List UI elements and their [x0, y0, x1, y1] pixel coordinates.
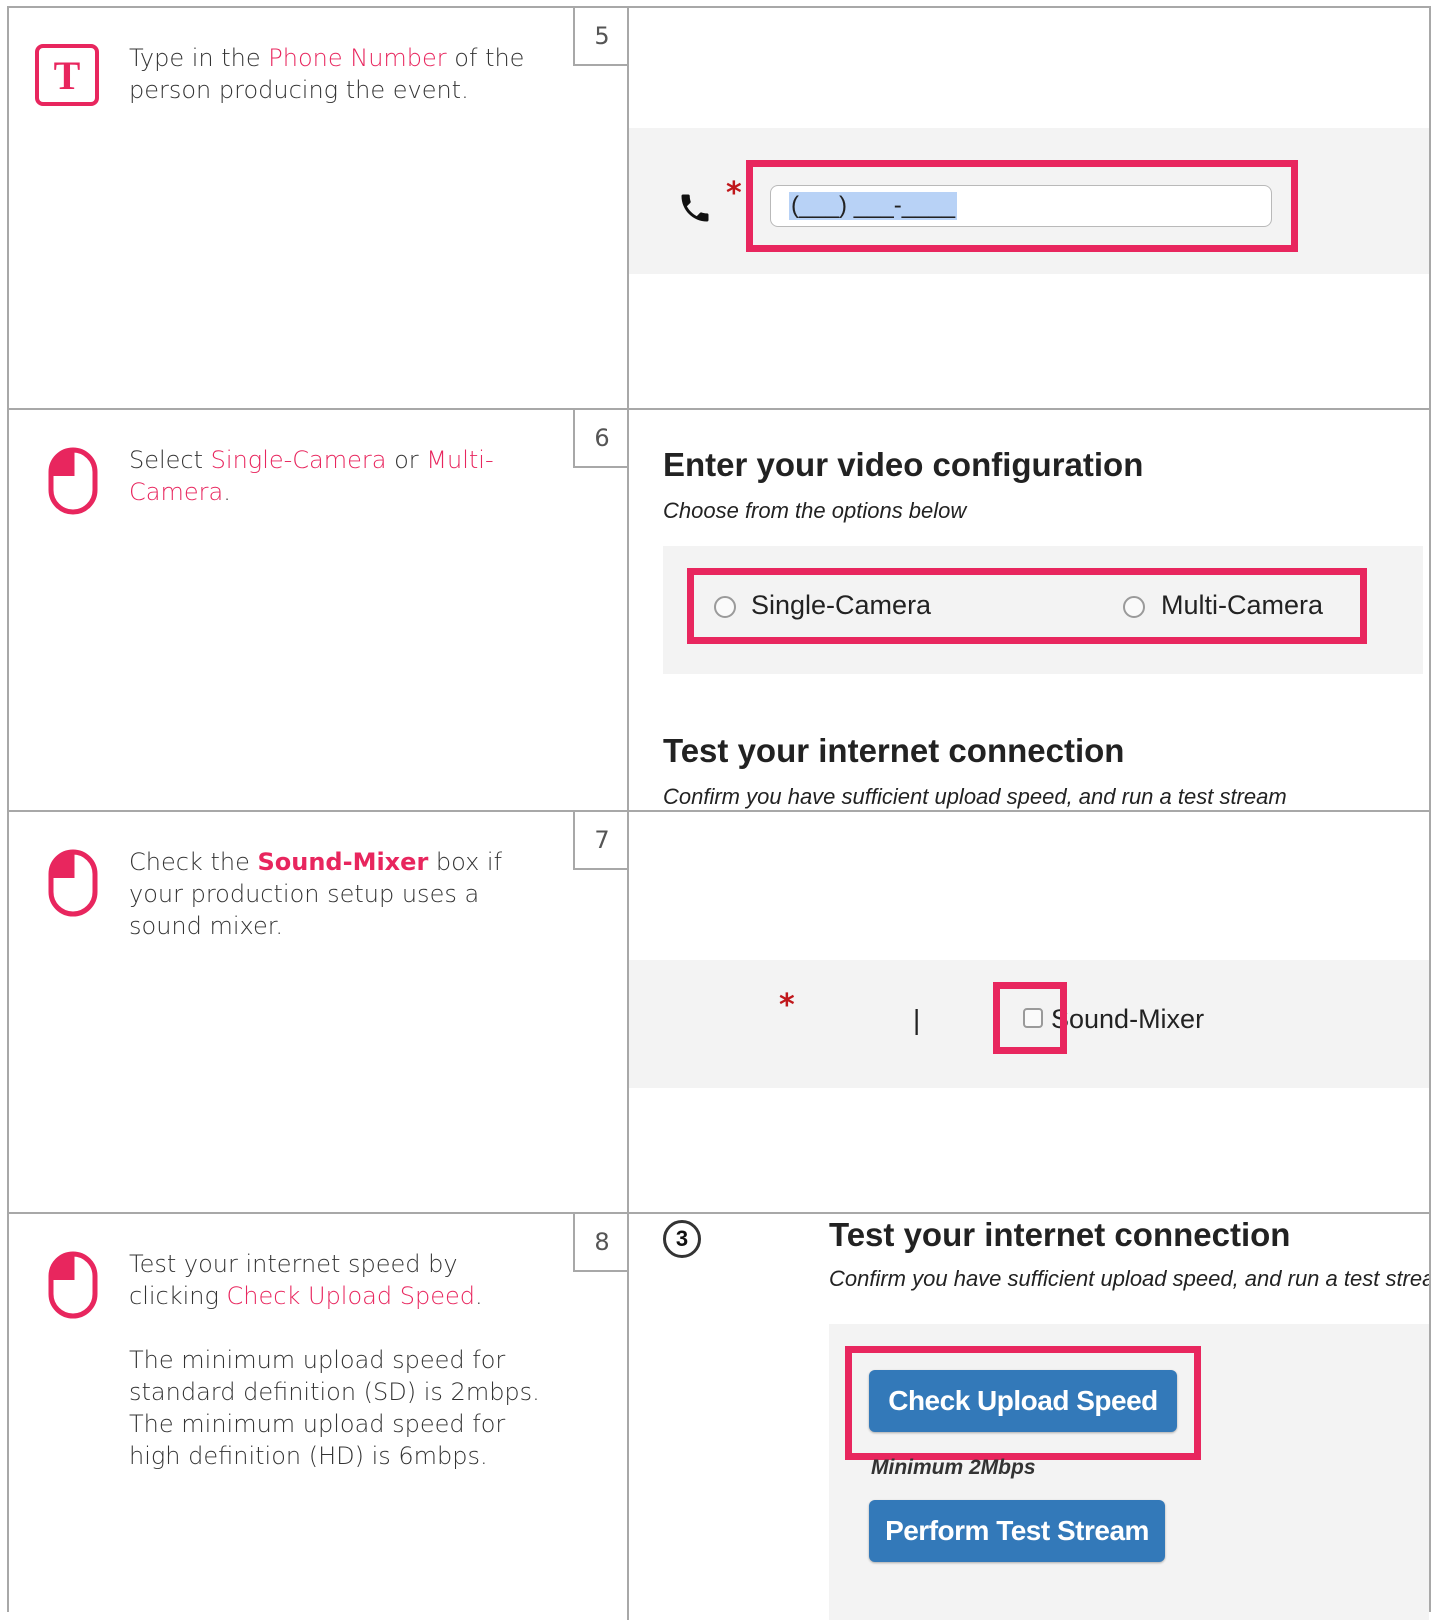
section-subheading: Choose from the options below: [663, 498, 967, 523]
section-number-badge: 3: [663, 1220, 701, 1258]
phone-number-input[interactable]: (___) ___-____: [770, 185, 1272, 227]
mouse-click-icon: [48, 1251, 98, 1319]
section-heading: Enter your video configuration: [663, 446, 1144, 483]
instruction-text: Check the Sound-Mixer box if your produc…: [129, 848, 503, 940]
minimum-speed-note: Minimum 2Mbps: [871, 1456, 1036, 1479]
phone-placeholder: (___) ___-____: [789, 192, 958, 220]
text-input-icon: T: [35, 44, 99, 106]
highlight-single-camera: Single-Camera: [210, 446, 387, 474]
highlight-sound-mixer: Sound-Mixer: [257, 848, 429, 876]
instruction-cell: Select Single-Camera or Multi-Camera. 6: [9, 410, 629, 810]
instruction-cell: Test your internet speed by clicking Che…: [9, 1214, 629, 1620]
screenshot-cell: * | Sound-Mixer: [629, 812, 1429, 1212]
instruction-cell: T Type in the Phone Number of the person…: [9, 8, 629, 408]
multi-camera-radio[interactable]: [1123, 596, 1145, 618]
screenshot-cell: * (___) ___-____: [629, 8, 1429, 408]
step-number: 6: [573, 410, 627, 468]
step-row-5: T Type in the Phone Number of the person…: [9, 8, 1429, 410]
highlight-check-upload-speed: Check Upload Speed: [226, 1282, 475, 1310]
step-row-6: Select Single-Camera or Multi-Camera. 6 …: [9, 410, 1429, 812]
separator: |: [913, 1004, 921, 1035]
highlight-phone-number: Phone Number: [268, 44, 447, 72]
mouse-click-icon: [48, 849, 98, 917]
screenshot-cell: Enter your video configuration Choose fr…: [629, 410, 1429, 810]
sound-mixer-label: Sound-Mixer: [1051, 1004, 1205, 1034]
section-heading: Test your internet connection: [829, 1216, 1291, 1253]
highlight-box: [993, 982, 1067, 1054]
phone-icon: [681, 194, 709, 222]
step-number: 7: [573, 812, 627, 870]
single-camera-label: Single-Camera: [751, 590, 932, 620]
instruction-text: Type in the Phone Number of the person p…: [129, 44, 525, 104]
step-row-7: Check the Sound-Mixer box if your produc…: [9, 812, 1429, 1214]
step-number: 5: [573, 8, 627, 66]
mouse-click-icon: [48, 447, 98, 515]
perform-test-stream-button[interactable]: Perform Test Stream: [869, 1500, 1165, 1562]
screenshot-cell: 3 Test your internet connection Confirm …: [629, 1214, 1429, 1620]
instruction-table: T Type in the Phone Number of the person…: [7, 6, 1431, 1620]
section-heading-2: Test your internet connection: [663, 732, 1125, 769]
required-asterisk: *: [779, 988, 795, 1023]
single-camera-radio[interactable]: [714, 596, 736, 618]
required-asterisk: *: [726, 176, 742, 211]
sd-note: The minimum upload speed for standard de…: [129, 1346, 540, 1406]
instruction-text: Test your internet speed by clicking Che…: [129, 1248, 549, 1472]
instruction-cell: Check the Sound-Mixer box if your produc…: [9, 812, 629, 1212]
multi-camera-label: Multi-Camera: [1161, 590, 1324, 620]
step-number: 8: [573, 1214, 627, 1272]
instruction-text: Select Single-Camera or Multi-Camera.: [129, 446, 494, 506]
highlight-box: [845, 1346, 1201, 1460]
section-subheading: Confirm you have sufficient upload speed…: [829, 1266, 1429, 1291]
hd-note: The minimum upload speed for high defini…: [129, 1410, 506, 1470]
section-subheading-2: Confirm you have sufficient upload speed…: [663, 784, 1287, 809]
step-row-8: Test your internet speed by clicking Che…: [9, 1214, 1429, 1620]
